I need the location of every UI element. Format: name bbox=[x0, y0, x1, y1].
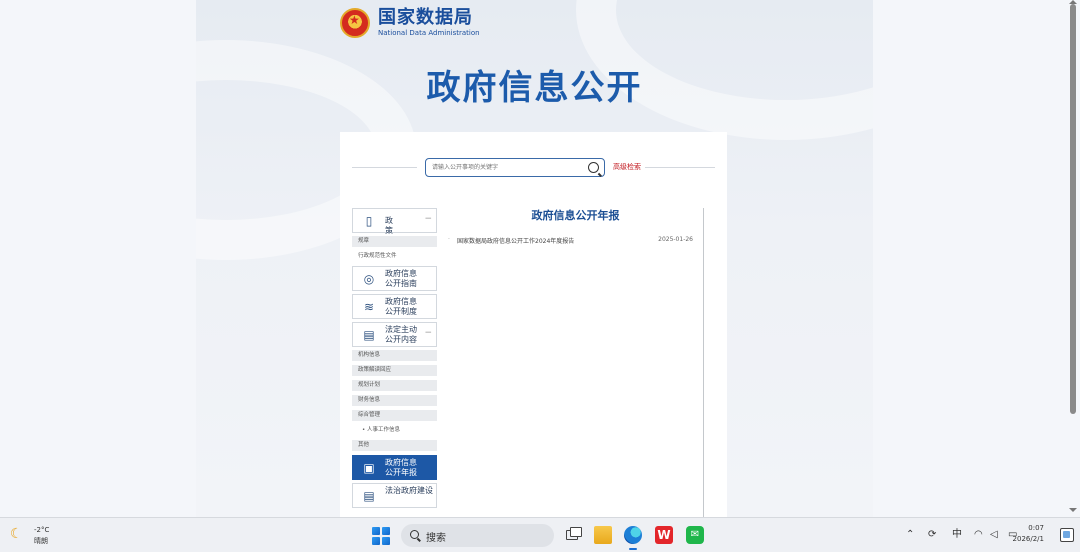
chart-icon: ▣ bbox=[363, 461, 375, 475]
weather-condition: 晴朗 bbox=[34, 537, 48, 545]
scrollbar-thumb[interactable] bbox=[1070, 4, 1076, 414]
clock-date: 2026/2/1 bbox=[1012, 535, 1044, 543]
nav-sub-org[interactable]: 机构信息 bbox=[352, 350, 437, 361]
edge-icon[interactable] bbox=[624, 526, 642, 550]
weather-temp: -2°C bbox=[34, 526, 50, 534]
sync-icon[interactable]: ⟳ bbox=[928, 528, 936, 542]
document-icon: ▯ bbox=[365, 214, 373, 228]
divider bbox=[645, 167, 715, 168]
moon-icon: ☾ bbox=[10, 526, 23, 542]
page-title: 政府信息公开 bbox=[426, 68, 643, 108]
wechat-icon[interactable]: ✉ bbox=[686, 526, 704, 544]
nav-annual-report[interactable]: ▣ 政府信息 公开年报 bbox=[352, 455, 437, 480]
nav-system-label: 政府信息 公开制度 bbox=[385, 297, 417, 316]
chevron-up-icon[interactable]: ⌃ bbox=[906, 528, 914, 542]
page-scrollbar[interactable] bbox=[1069, 0, 1077, 512]
nav-sub-admin[interactable]: 综合管理 bbox=[352, 410, 437, 421]
collapse-icon[interactable]: − bbox=[424, 328, 432, 338]
wps-icon[interactable]: W bbox=[655, 526, 673, 544]
national-emblem-icon bbox=[340, 8, 370, 38]
divider bbox=[352, 167, 417, 168]
nav-sub-regulation[interactable]: 规章 bbox=[352, 236, 437, 247]
nav-rule-of-law[interactable]: ▤ 法治政府建设 bbox=[352, 483, 437, 508]
search-icon[interactable] bbox=[588, 162, 599, 173]
search-input[interactable] bbox=[432, 161, 582, 174]
section-title: 政府信息公开年报 bbox=[531, 209, 620, 222]
wifi-icon[interactable]: ◠ bbox=[974, 528, 983, 542]
report-date: 2025-01-26 bbox=[658, 236, 693, 243]
notification-icon[interactable] bbox=[1060, 528, 1074, 542]
content-card: 高级检索 ▯ 政 策 − 规章 行政规范性文件 ◎ 政府信息公开指南 ≋ 政府信… bbox=[340, 132, 727, 517]
ime-indicator[interactable]: 中 bbox=[952, 528, 962, 542]
search-icon bbox=[410, 530, 419, 539]
collapse-icon[interactable]: − bbox=[424, 214, 432, 224]
system-clock[interactable]: 0:07 2026/2/1 bbox=[1013, 523, 1044, 545]
nav-sub-plan[interactable]: 规划计划 bbox=[352, 380, 437, 391]
nav-sub-finance[interactable]: 财务信息 bbox=[352, 395, 437, 406]
site-name-en: National Data Administration bbox=[378, 29, 480, 37]
nav-sub-policy-interp[interactable]: 政策解读回应 bbox=[352, 365, 437, 376]
taskbar: ☾ -2°C 晴朗 搜索 W ✉ ⌃ ⟳ 中 ◠ ◁ ▭ 0:07 2026/2… bbox=[0, 517, 1080, 552]
nav-sub-normative[interactable]: 行政规范性文件 bbox=[352, 251, 437, 262]
content-divider bbox=[703, 208, 704, 517]
search-row: 高级检索 bbox=[340, 158, 727, 178]
report-title[interactable]: 国家数据局政府信息公开工作2024年度报告 bbox=[457, 236, 574, 245]
list-item[interactable]: · 国家数据局政府信息公开工作2024年度报告 2025-01-26 bbox=[448, 236, 703, 246]
volume-icon[interactable]: ◁ bbox=[990, 528, 998, 542]
nav-sub-personnel[interactable]: • 人事工作信息 bbox=[352, 425, 437, 436]
nav-policy[interactable]: ▯ 政 策 − bbox=[352, 208, 437, 235]
left-nav: ▯ 政 策 − 规章 行政规范性文件 ◎ 政府信息 公开指南 ≋ 政府信息 公开制度… bbox=[352, 208, 438, 511]
clock-time: 0:07 bbox=[1028, 524, 1044, 532]
compass-icon: ◎ bbox=[363, 272, 375, 286]
clipboard-icon: ▤ bbox=[363, 328, 375, 342]
task-view-icon[interactable] bbox=[564, 526, 582, 544]
clipboard-icon: ▤ bbox=[363, 489, 375, 503]
nav-guide[interactable]: ◎ 政府信息 公开指南 bbox=[352, 266, 437, 291]
browser-viewport: 国家数据局 National Data Administration 政府信息公… bbox=[0, 0, 1080, 517]
advanced-search-link[interactable]: 高级检索 bbox=[613, 162, 641, 172]
scroll-down-icon[interactable] bbox=[1069, 508, 1077, 512]
web-page: 国家数据局 National Data Administration 政府信息公… bbox=[196, 0, 873, 517]
site-name-cn: 国家数据局 bbox=[378, 7, 473, 28]
layers-icon: ≋ bbox=[363, 300, 375, 314]
windows-start-icon[interactable] bbox=[372, 527, 390, 545]
nav-annual-report-label: 政府信息 公开年报 bbox=[385, 458, 417, 477]
nav-statutory[interactable]: ▤ 法定主动 公开内容 − bbox=[352, 322, 437, 347]
site-logo[interactable]: 国家数据局 National Data Administration bbox=[340, 8, 480, 38]
nav-system[interactable]: ≋ 政府信息 公开制度 bbox=[352, 294, 437, 319]
search-box bbox=[425, 158, 605, 177]
taskbar-search-label: 搜索 bbox=[426, 533, 446, 544]
main-content: 政府信息公开年报 · 国家数据局政府信息公开工作2024年度报告 2025-01… bbox=[448, 208, 703, 246]
nav-sub-other[interactable]: 其他 bbox=[352, 440, 437, 451]
bullet: · bbox=[448, 236, 450, 243]
taskbar-search[interactable]: 搜索 bbox=[401, 524, 554, 547]
nav-guide-label: 政府信息 公开指南 bbox=[385, 269, 417, 288]
file-explorer-icon[interactable] bbox=[594, 526, 612, 544]
nav-rule-of-law-label: 法治政府建设 bbox=[385, 486, 433, 495]
nav-statutory-label: 法定主动 公开内容 bbox=[385, 325, 417, 344]
